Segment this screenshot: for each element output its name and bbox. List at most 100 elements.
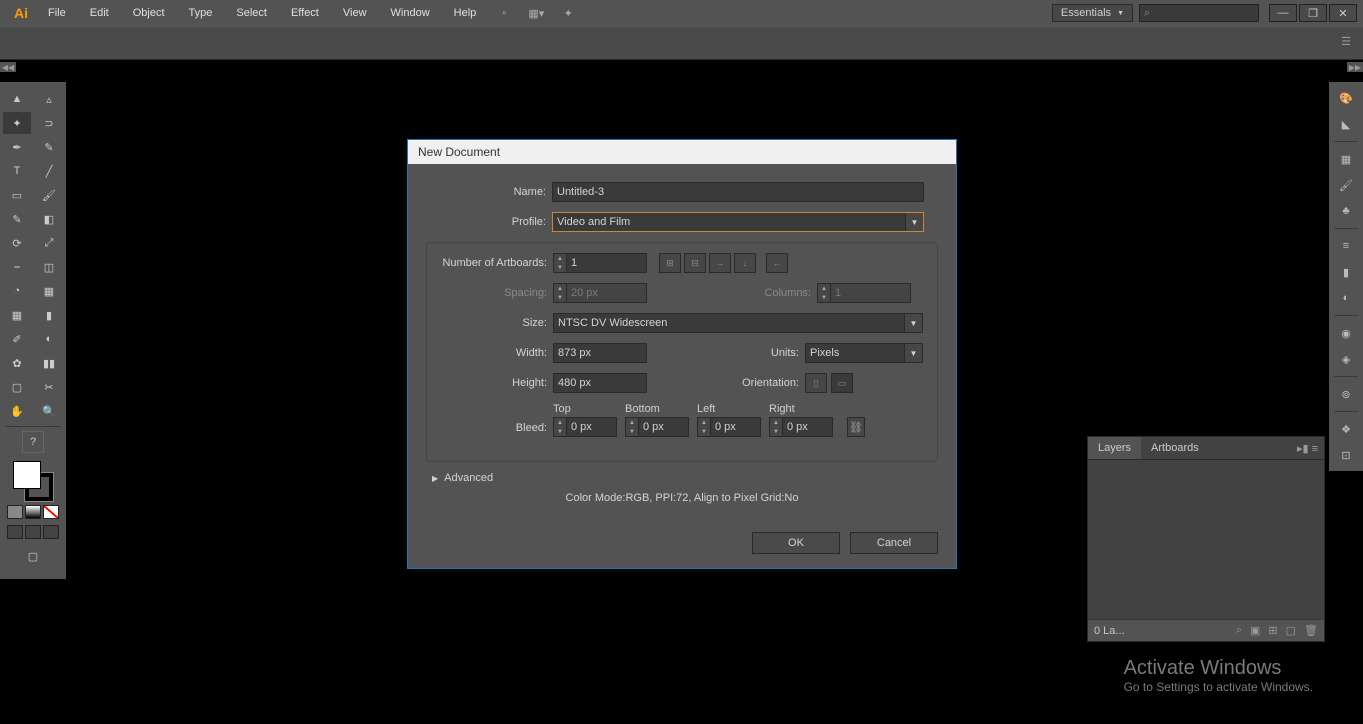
gradient-mode-icon[interactable] xyxy=(25,505,41,519)
type-tool[interactable]: T xyxy=(3,160,31,182)
pen-tool[interactable]: ✒ xyxy=(3,136,31,158)
close-button[interactable]: ✕ xyxy=(1329,4,1357,22)
paintbrush-tool[interactable]: 🖌 xyxy=(35,184,63,206)
grid-by-row-icon[interactable]: ⊞ xyxy=(659,253,681,273)
menu-help[interactable]: Help xyxy=(442,7,489,19)
zoom-tool[interactable]: 🔍 xyxy=(35,400,63,422)
curvature-tool[interactable]: ✎ xyxy=(35,136,63,158)
panel-menu-icon[interactable]: ▸▮ ≡ xyxy=(1291,442,1324,455)
column-graph-tool[interactable]: ▮▮ xyxy=(35,352,63,374)
workspace-dropdown[interactable]: Essentials ▼ xyxy=(1052,4,1133,22)
unknown-tool[interactable]: ? xyxy=(22,431,44,453)
fill-stroke-swatch[interactable] xyxy=(13,461,53,501)
size-dropdown[interactable]: NTSC DV Widescreen ▼ xyxy=(553,313,923,333)
eraser-tool[interactable]: ◧ xyxy=(35,208,63,230)
graphic-styles-panel-icon[interactable]: ◈ xyxy=(1332,347,1360,371)
slice-tool[interactable]: ✂ xyxy=(35,376,63,398)
mesh-tool[interactable]: ▦ xyxy=(3,304,31,326)
create-new-layer-icon[interactable]: ▢ xyxy=(1286,624,1296,637)
screen-mode-icon[interactable]: ▢ xyxy=(19,545,47,567)
color-mode-icon[interactable] xyxy=(7,505,23,519)
cancel-button[interactable]: Cancel xyxy=(850,532,938,554)
symbols-panel-icon[interactable]: ♣ xyxy=(1332,199,1360,223)
bleed-top-stepper[interactable]: ▲▼ xyxy=(553,417,617,437)
orientation-landscape-icon[interactable]: ▭ xyxy=(831,373,853,393)
brushes-panel-icon[interactable]: 🖌 xyxy=(1332,173,1360,197)
lasso-tool[interactable]: ⊃ xyxy=(35,112,63,134)
draw-inside-icon[interactable] xyxy=(43,525,59,539)
minimize-button[interactable]: — xyxy=(1269,4,1297,22)
bleed-bottom-stepper[interactable]: ▲▼ xyxy=(625,417,689,437)
rectangle-tool[interactable]: ▭ xyxy=(3,184,31,206)
delete-layer-icon[interactable]: 🗑 xyxy=(1304,624,1318,637)
gradient-tool[interactable]: ▮ xyxy=(35,304,63,326)
magic-wand-tool[interactable]: ✦ xyxy=(3,112,31,134)
panel-options-icon[interactable]: ☰ xyxy=(1341,35,1351,48)
bridge-icon[interactable]: ▫ xyxy=(492,3,516,23)
artboards-panel-icon[interactable]: ⊡ xyxy=(1332,443,1360,467)
eyedropper-tool[interactable]: ✐ xyxy=(3,328,31,350)
menu-select[interactable]: Select xyxy=(224,7,279,19)
tab-layers[interactable]: Layers xyxy=(1088,437,1141,459)
artboards-input[interactable] xyxy=(567,253,647,273)
cc-libraries-panel-icon[interactable]: ⊚ xyxy=(1332,382,1360,406)
arrange-row-icon[interactable]: → xyxy=(709,253,731,273)
restore-button[interactable]: ❐ xyxy=(1299,4,1327,22)
bleed-bottom-input[interactable] xyxy=(639,417,689,437)
grid-by-col-icon[interactable]: ⊟ xyxy=(684,253,706,273)
free-transform-tool[interactable]: ◫ xyxy=(35,256,63,278)
shape-builder-tool[interactable]: ◔ xyxy=(3,280,31,302)
menu-window[interactable]: Window xyxy=(379,7,442,19)
color-panel-icon[interactable]: 🎨 xyxy=(1332,86,1360,110)
name-input[interactable] xyxy=(552,182,924,202)
search-input[interactable]: ⌕ xyxy=(1139,4,1259,22)
direct-selection-tool[interactable]: ▵ xyxy=(35,88,63,110)
fill-swatch[interactable] xyxy=(13,461,41,489)
width-input[interactable] xyxy=(553,343,647,363)
pencil-tool[interactable]: ✎ xyxy=(3,208,31,230)
menu-file[interactable]: File xyxy=(36,7,78,19)
right-panels-collapse-icon[interactable]: ▶▶ xyxy=(1347,62,1363,72)
orientation-portrait-icon[interactable]: ▯ xyxy=(805,373,827,393)
line-tool[interactable]: ╱ xyxy=(35,160,63,182)
symbol-sprayer-tool[interactable]: ✿ xyxy=(3,352,31,374)
menu-effect[interactable]: Effect xyxy=(279,7,331,19)
swatches-panel-icon[interactable]: ▦ xyxy=(1332,147,1360,171)
layers-panel-icon[interactable]: ❖ xyxy=(1332,417,1360,441)
stroke-panel-icon[interactable]: ≡ xyxy=(1332,234,1360,258)
artboard-tool[interactable]: ▢ xyxy=(3,376,31,398)
draw-normal-icon[interactable] xyxy=(7,525,23,539)
bleed-top-input[interactable] xyxy=(567,417,617,437)
arrange-col-icon[interactable]: ↓ xyxy=(734,253,756,273)
link-bleed-icon[interactable]: ⛓ xyxy=(847,417,865,437)
make-clipping-mask-icon[interactable]: ▣ xyxy=(1250,624,1260,637)
width-tool[interactable]: ⎯ xyxy=(3,256,31,278)
draw-behind-icon[interactable] xyxy=(25,525,41,539)
menu-type[interactable]: Type xyxy=(177,7,225,19)
perspective-tool[interactable]: ▦ xyxy=(35,280,63,302)
scale-tool[interactable]: ⤢ xyxy=(35,232,63,254)
menu-edit[interactable]: Edit xyxy=(78,7,121,19)
create-sublayer-icon[interactable]: ⊞ xyxy=(1268,624,1277,637)
bleed-right-input[interactable] xyxy=(783,417,833,437)
rtl-icon[interactable]: ← xyxy=(766,253,788,273)
blend-tool[interactable]: ◐ xyxy=(35,328,63,350)
transparency-panel-icon[interactable]: ◐ xyxy=(1332,286,1360,310)
artboards-stepper[interactable]: ▲▼ xyxy=(553,253,647,273)
gradient-panel-icon[interactable]: ▮ xyxy=(1332,260,1360,284)
tab-artboards[interactable]: Artboards xyxy=(1141,437,1209,459)
locate-object-icon[interactable]: ⌕ xyxy=(1236,624,1242,637)
bleed-left-input[interactable] xyxy=(711,417,761,437)
units-dropdown[interactable]: Pixels ▼ xyxy=(805,343,923,363)
appearance-panel-icon[interactable]: ◉ xyxy=(1332,321,1360,345)
color-guide-panel-icon[interactable]: ◣ xyxy=(1332,112,1360,136)
selection-tool[interactable]: ▲ xyxy=(3,88,31,110)
menu-object[interactable]: Object xyxy=(121,7,177,19)
hand-tool[interactable]: ✋ xyxy=(3,400,31,422)
toolbox-collapse-icon[interactable]: ◀◀ xyxy=(0,62,16,72)
height-input[interactable] xyxy=(553,373,647,393)
menu-view[interactable]: View xyxy=(331,7,379,19)
bleed-right-stepper[interactable]: ▲▼ xyxy=(769,417,833,437)
sync-icon[interactable]: ✦ xyxy=(556,3,580,23)
advanced-toggle[interactable]: ▶ Advanced xyxy=(432,472,938,484)
